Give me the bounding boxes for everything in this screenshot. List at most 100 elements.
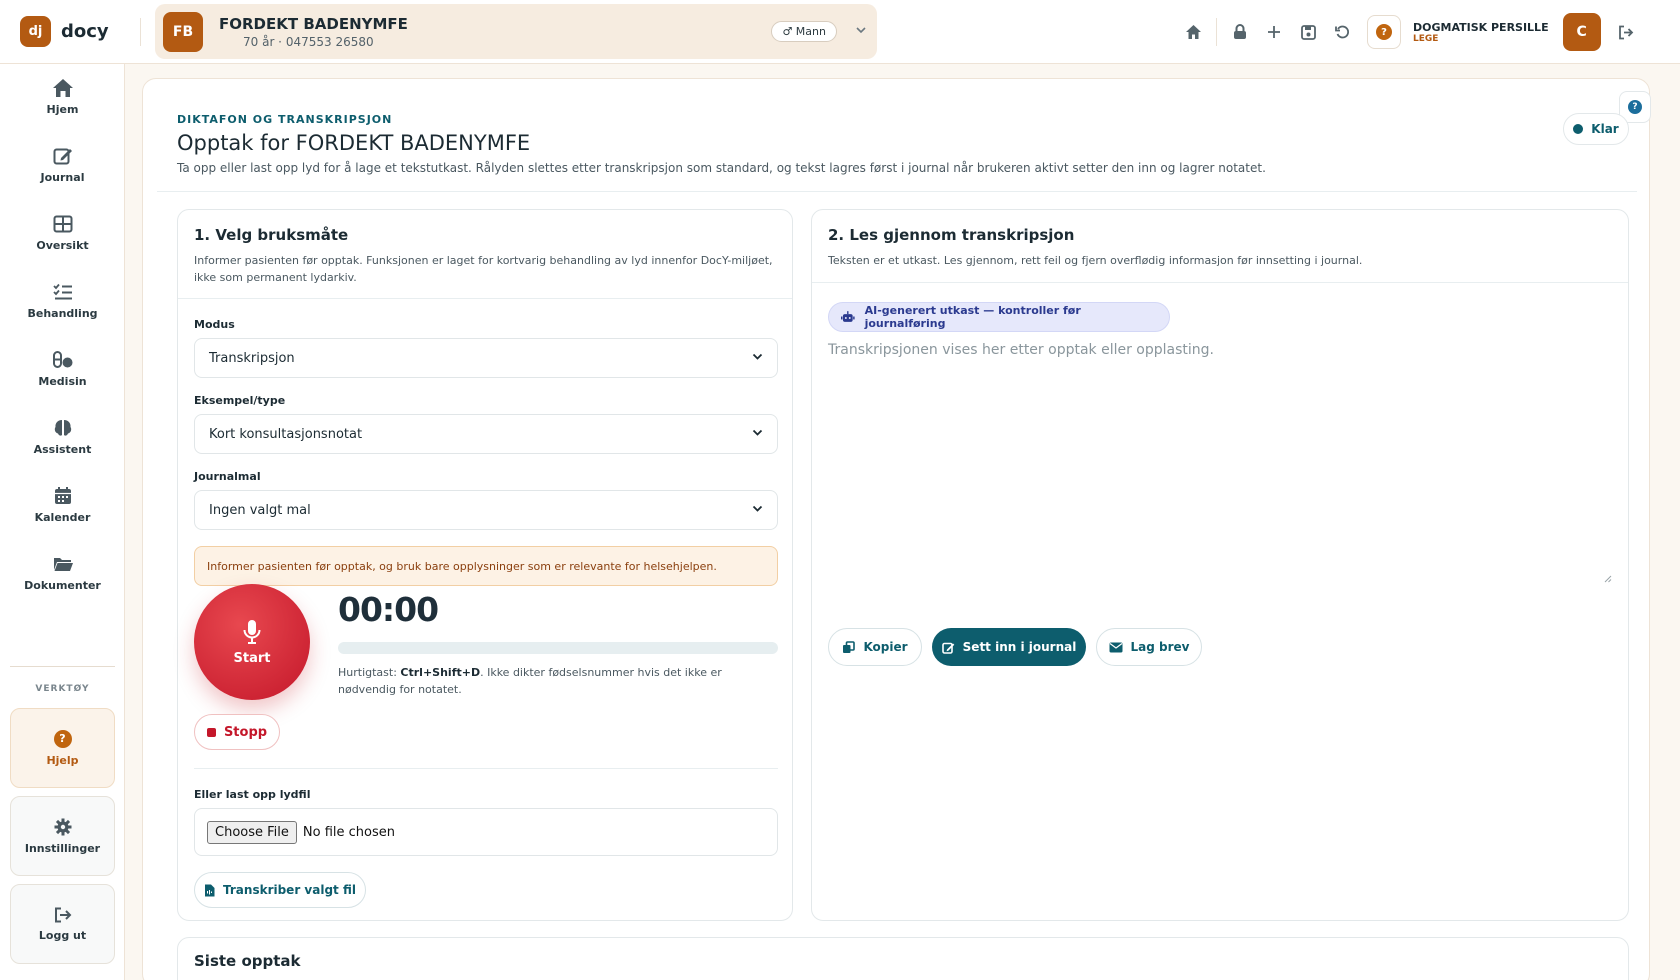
type-label: Eksempel/type [194, 394, 286, 407]
tools-section-label: VERKTØY [35, 684, 90, 694]
transcribe-file-button[interactable]: Transkriber valgt fil [194, 872, 366, 908]
audio-file-input[interactable]: Choose File No file chosen [194, 808, 778, 856]
sidebar-item-label: Behandling [27, 306, 98, 320]
transcribe-file-label: Transkriber valgt fil [223, 883, 356, 897]
create-letter-button[interactable]: Lag brev [1096, 628, 1202, 666]
status-dot-icon [1573, 124, 1584, 134]
sidebar-item-oversikt[interactable]: Oversikt [0, 200, 125, 264]
type-select[interactable]: Kort konsultasjonsnotat [194, 414, 778, 454]
folder-icon [53, 557, 73, 571]
mode-select-value: Transkripsjon [209, 350, 295, 366]
hint-shortcut: Ctrl+Shift+D [400, 666, 481, 679]
logout-icon [54, 907, 71, 922]
envelope-icon [1109, 642, 1122, 652]
template-select-value: Ingen valgt mal [209, 502, 311, 518]
brand-name: docy [61, 21, 109, 42]
microphone-icon [243, 619, 261, 644]
undo-icon[interactable] [1325, 15, 1359, 49]
panel-title: Siste opptak [194, 952, 301, 970]
sidebar-item-label: Hjem [46, 102, 79, 116]
user-role: LEGE [1413, 33, 1439, 44]
sidebar-item-dokumenter[interactable]: Dokumenter [0, 540, 125, 604]
user-info: DOGMATISK PERSILLE LEGE [1413, 21, 1549, 44]
hint-prefix: Hurtigtast: [338, 666, 401, 679]
brain-icon [54, 419, 71, 436]
transcript-textarea[interactable]: Transkripsjonen vises her etter opptak e… [828, 334, 1614, 584]
patient-card[interactable]: FB FORDEKT BADENYMFE 70 år · 047553 2658… [155, 4, 877, 59]
divider [10, 666, 115, 667]
mode-label: Modus [194, 318, 235, 331]
user-avatar[interactable]: C [1562, 13, 1601, 51]
sidebar-item-label: Oversikt [36, 238, 89, 252]
create-letter-label: Lag brev [1130, 640, 1190, 654]
divider [1216, 18, 1217, 46]
transcript-panel: 2. Les gjennom transkripsjon Teksten er … [811, 209, 1629, 921]
recent-recordings-panel: Siste opptak [177, 937, 1629, 980]
page-subtitle: Ta opp eller last opp lyd for å lage et … [177, 161, 1266, 175]
gear-icon [54, 818, 71, 835]
sidebar-item-hjem[interactable]: Hjem [0, 64, 125, 128]
list-check-icon [52, 283, 72, 299]
question-icon: ? [1628, 100, 1642, 114]
sidebar-item-medisin[interactable]: Medisin [0, 336, 125, 400]
logout-icon[interactable] [1609, 15, 1643, 49]
edit-icon [941, 642, 954, 654]
sidebar-tool-label: Hjelp [46, 753, 79, 767]
resize-handle-icon[interactable] [1603, 574, 1612, 586]
record-start-button[interactable]: Start [194, 584, 310, 700]
sidebar-tool-innstillinger[interactable]: Innstillinger [10, 796, 115, 876]
grid-icon [53, 215, 72, 232]
chevron-down-icon [752, 505, 763, 516]
sidebar-item-kalender[interactable]: Kalender [0, 472, 125, 536]
record-stop-button[interactable]: Stopp [194, 714, 280, 750]
top-bar: dj docy FB FORDEKT BADENYMFE 70 år · 047… [0, 0, 1680, 64]
divider [157, 191, 1637, 192]
sidebar-item-behandling[interactable]: Behandling [0, 268, 125, 332]
copy-button[interactable]: Kopier [828, 628, 922, 666]
calendar-icon [54, 486, 71, 504]
help-button[interactable]: ? [1367, 15, 1401, 49]
plus-icon[interactable] [1257, 15, 1291, 49]
divider [140, 17, 141, 46]
chevron-down-icon [752, 353, 763, 364]
template-select[interactable]: Ingen valgt mal [194, 490, 778, 530]
mode-select[interactable]: Transkripsjon [194, 338, 778, 378]
upload-label: Eller last opp lydfil [194, 788, 311, 801]
panel-title: 2. Les gjennom transkripsjon [828, 226, 1075, 244]
patient-avatar: FB [163, 11, 203, 52]
sidebar-tool-hjelp[interactable]: ? Hjelp [10, 708, 115, 788]
sidebar-tool-logg-ut[interactable]: Logg ut [10, 884, 115, 964]
brand[interactable]: dj docy [20, 16, 126, 47]
patient-info: FORDEKT BADENYMFE 70 år · 047553 26580 [219, 15, 771, 49]
file-audio-icon [205, 884, 215, 896]
home-icon[interactable] [1176, 15, 1210, 49]
status-badge: Klar [1563, 113, 1629, 145]
stop-icon [206, 727, 216, 737]
ai-draft-badge: AI-generert utkast — kontroller før jour… [828, 302, 1170, 332]
save-icon[interactable] [1291, 15, 1325, 49]
record-start-label: Start [233, 650, 271, 666]
insert-journal-button[interactable]: Sett inn i journal [932, 628, 1086, 666]
template-label: Journalmal [194, 470, 261, 483]
sidebar-tool-label: Innstillinger [24, 841, 101, 855]
brand-logo: dj [20, 16, 51, 47]
copy-icon [843, 640, 856, 653]
status-label: Klar [1591, 122, 1619, 136]
lock-icon[interactable] [1223, 15, 1257, 49]
sidebar-item-journal[interactable]: Journal [0, 132, 125, 196]
sidebar-item-label: Kalender [34, 510, 91, 524]
main-card: ? DIKTAFON OG TRANSKRIPSJON Opptak for F… [142, 78, 1651, 980]
chevron-down-icon [752, 429, 763, 440]
sidebar: Hjem Journal Oversikt Behandling Medisin… [0, 64, 125, 980]
chevron-down-icon[interactable] [855, 24, 867, 39]
recording-progress [338, 642, 778, 654]
pills-icon [52, 350, 72, 368]
consent-warning: Informer pasienten før opptak, og bruk b… [194, 546, 778, 586]
sidebar-item-label: Dokumenter [24, 578, 101, 592]
sidebar-item-assistent[interactable]: Assistent [0, 404, 125, 468]
insert-journal-label: Sett inn i journal [962, 640, 1077, 654]
question-icon: ? [53, 729, 72, 748]
choose-file-button[interactable]: Choose File [207, 820, 297, 844]
page-title: Opptak for FORDEKT BADENYMFE [177, 131, 531, 155]
divider [812, 282, 1628, 283]
